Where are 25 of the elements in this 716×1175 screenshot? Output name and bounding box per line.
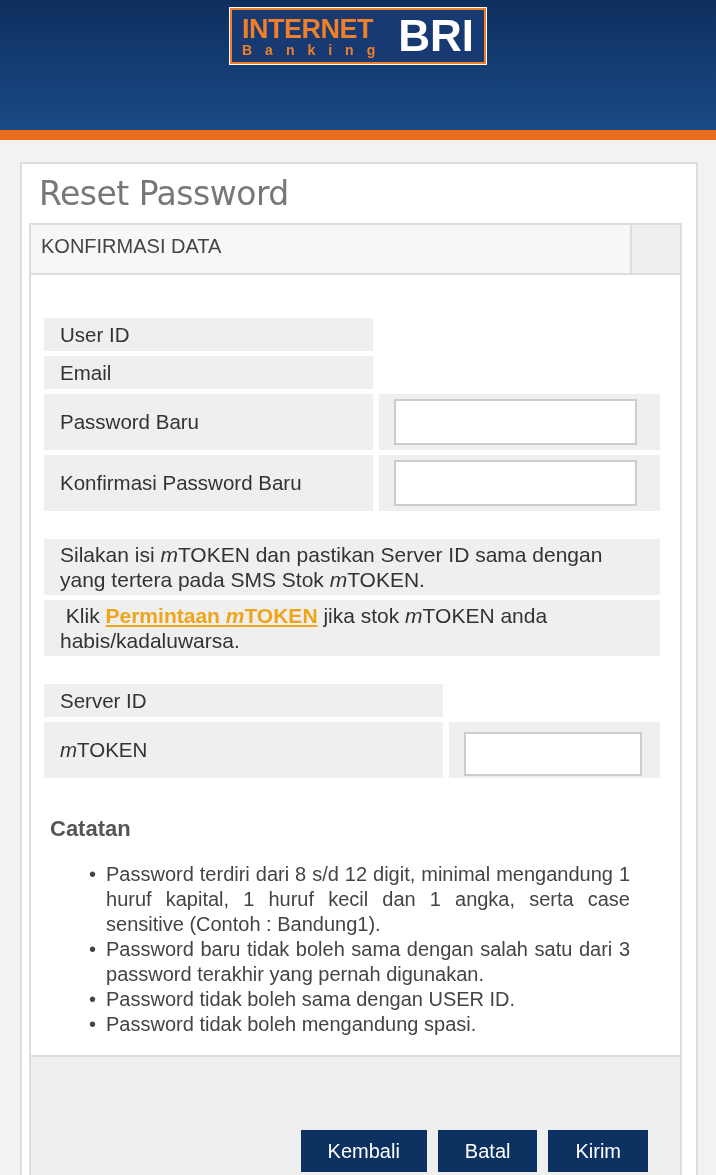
action-button[interactable]: Kembali <box>300 1130 427 1172</box>
bullet: • <box>89 862 96 887</box>
note-item: Password baru tidak boleh sama dengan salah satu dari 3 password terakhir yang pernah digunakan. <box>106 937 630 987</box>
bullet: • <box>89 937 96 962</box>
field-label: Konfirmasi Password Baru <box>44 455 373 511</box>
section-heading: KONFIRMASI DATA <box>31 225 632 273</box>
field-label: User ID <box>44 318 373 351</box>
bullet: • <box>89 1012 96 1037</box>
note-item: Password tidak boleh mengandung spasi. <box>106 1012 477 1037</box>
bullet: • <box>89 987 96 1012</box>
note-item: Password terdiri dari 8 s/d 12 digit, minimal mengandung 1 huruf kapital, 1 huruf kecil dan 1 angka, serta case sensitive (Contoh : Bandung1). <box>106 862 630 937</box>
field-label: Server ID <box>44 684 443 717</box>
action-button[interactable]: Kirim <box>548 1130 648 1172</box>
field-label: Password Baru <box>44 394 373 450</box>
request-text: Klik Permintaan mTOKEN jika stok mTOKEN anda habis/kadaluwarsa. <box>44 600 660 656</box>
page-title: Reset Password <box>39 174 290 213</box>
note-item: Password tidak boleh sama dengan USER ID. <box>106 987 516 1012</box>
field-label: mTOKEN <box>44 722 443 778</box>
password-field[interactable] <box>394 399 637 445</box>
notes-title: Catatan <box>50 816 132 842</box>
password-field[interactable] <box>394 460 637 506</box>
field-label: Email <box>44 356 373 389</box>
action-button[interactable]: Batal <box>437 1130 538 1172</box>
token-field[interactable] <box>464 732 642 776</box>
notice-text: Silakan isi mTOKEN dan pastikan Server ID sama dengan yang tertera pada SMS Stok mTOKEN. <box>44 539 660 595</box>
